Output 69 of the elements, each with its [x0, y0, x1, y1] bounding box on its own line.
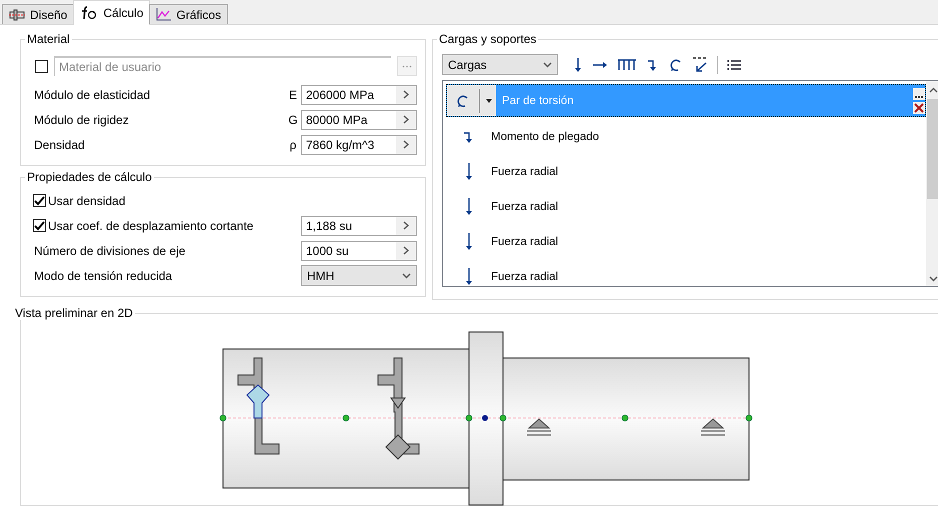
support-icon	[526, 418, 552, 436]
value-field[interactable]: 206000 MPa	[301, 84, 417, 104]
value-field[interactable]: 1000 su	[301, 240, 417, 260]
group-title: Material	[26, 32, 71, 46]
value-field[interactable]: 1,188 su	[301, 216, 417, 236]
delete-icon[interactable]	[913, 102, 925, 114]
arrow-down-icon	[464, 198, 474, 216]
arrow-down-icon	[464, 268, 474, 286]
list-icon[interactable]	[727, 58, 741, 70]
node-dot	[482, 415, 488, 421]
group-title: Cargas y soportes	[438, 32, 538, 46]
torque-icon	[456, 94, 470, 108]
shaft-icon	[9, 8, 25, 20]
node-dot	[466, 414, 472, 422]
caret-down-icon	[543, 62, 552, 68]
load-item[interactable]: Fuerza radial	[446, 259, 926, 286]
mode-dropdown[interactable]: HMH	[301, 265, 417, 286]
symbol-label: G	[287, 112, 299, 126]
property-label: Módulo de rigidez	[34, 112, 130, 126]
property-label: Número de divisiones de eje	[34, 244, 186, 258]
load-item[interactable]: Fuerza radial	[446, 189, 926, 224]
tab[interactable]: Diseño	[2, 4, 74, 24]
checkbox-label: Usar coef. de desplazamiento cortante	[48, 218, 254, 232]
checkbox-label: Usar densidad	[48, 194, 126, 208]
caret-down-icon	[486, 98, 492, 102]
group-title: Propiedades de cálculo	[26, 170, 153, 184]
symbol-label: E	[288, 88, 298, 102]
chevron-right-icon	[403, 140, 409, 149]
chevron-right-icon	[403, 90, 409, 99]
property-label: Densidad	[34, 138, 86, 152]
chart-icon	[156, 8, 172, 21]
ellipsis-icon	[402, 64, 412, 68]
tab[interactable]: Cálculo	[73, 0, 150, 25]
arrow-down-icon	[464, 162, 474, 180]
distributed-load-icon[interactable]	[617, 58, 637, 72]
value-field[interactable]: 7860 kg/m^3	[301, 134, 417, 154]
ellipsis-icon[interactable]	[913, 88, 925, 100]
tab[interactable]: Gráficos	[149, 4, 228, 24]
node-dot	[220, 414, 226, 422]
arrow-down-icon[interactable]	[573, 56, 583, 72]
node-dot	[746, 414, 752, 422]
group-title: Vista preliminar en 2D	[14, 306, 134, 320]
caret-down-icon	[402, 272, 411, 278]
node-dot	[500, 414, 506, 422]
support-icon	[700, 418, 726, 436]
checkbox[interactable]	[35, 60, 48, 72]
load-type-dropdown[interactable]: Cargas	[442, 54, 558, 75]
arrow-down-icon	[464, 232, 474, 250]
load-item[interactable]: Fuerza radial	[446, 154, 926, 189]
property-label: Módulo de elasticidad	[34, 88, 152, 102]
chevron-right-icon	[403, 221, 409, 230]
function-icon	[80, 6, 98, 20]
scrollbar[interactable]	[926, 81, 938, 286]
chevron-right-icon	[403, 246, 409, 255]
property-label: Modo de tensión reducida	[34, 268, 172, 282]
checkbox[interactable]	[33, 219, 46, 232]
node-dot	[622, 414, 628, 422]
value-field[interactable]: 80000 MPa	[301, 110, 417, 130]
symbol-label: ρ	[288, 138, 298, 152]
caret-down-icon	[929, 276, 938, 282]
chevron-right-icon	[403, 115, 409, 124]
scroll-up-icon	[929, 87, 938, 93]
coordinate-arrow-icon[interactable]	[692, 56, 708, 72]
load-item[interactable]: Fuerza radial	[446, 224, 926, 259]
node-dot	[342, 414, 350, 422]
checkbox[interactable]	[33, 194, 46, 207]
arrow-right-icon[interactable]	[592, 60, 608, 70]
torque-icon[interactable]	[669, 58, 683, 72]
load-item[interactable]: Momento de plegado	[446, 119, 926, 154]
